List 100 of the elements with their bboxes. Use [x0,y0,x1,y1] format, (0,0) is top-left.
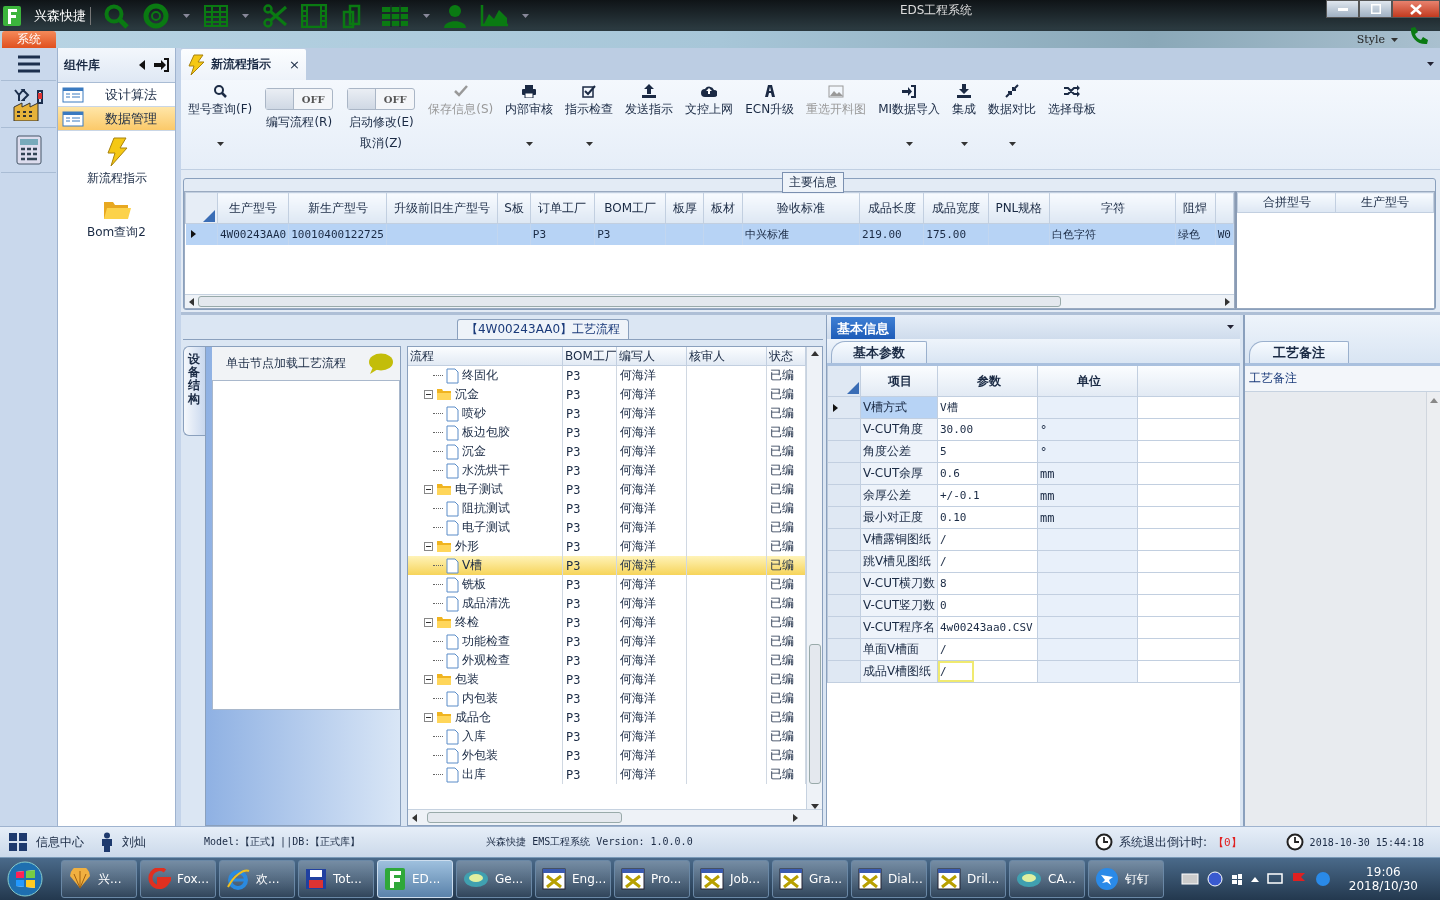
scroll-right-icon[interactable] [793,813,798,822]
status-link[interactable]: 信息中心 [36,833,84,851]
column-header[interactable]: 成品宽度 [923,192,989,224]
row-header[interactable] [185,223,218,245]
collapse-icon[interactable] [424,675,433,684]
calculator-icon[interactable] [14,134,43,166]
taskbar-button[interactable]: 欢... [219,860,295,899]
collapse-icon[interactable] [424,618,433,627]
tree-node[interactable]: 沉金 [462,443,486,460]
column-header[interactable]: 阻焊 [1175,192,1216,224]
scrollbar-thumb[interactable] [198,296,1061,307]
input-field[interactable]: / [938,661,974,682]
tree-node[interactable]: 阻抗测试 [462,500,510,517]
toolbar-button[interactable]: 内部审核 [500,84,559,146]
scroll-up-icon[interactable] [810,351,819,356]
tree-node[interactable]: 板边包胶 [462,424,510,441]
toolbar-button[interactable]: 集成 [947,84,982,146]
clock-date[interactable]: 2018/10/30 [1348,879,1418,894]
column-header[interactable]: BOM工厂 [594,192,666,224]
tree-node[interactable]: 包装 [455,671,479,688]
toolbar-button[interactable]: 型号查询(F) [183,84,258,146]
style-menu[interactable]: Style [1356,33,1398,46]
taskbar-button[interactable]: 钉钉 [1088,860,1164,899]
column-header[interactable]: 单位 [1038,366,1138,397]
tree-node[interactable]: 内包装 [462,690,498,707]
taskbar-button[interactable]: Eng... [535,860,611,899]
toolbar-button[interactable]: 指示检查 [560,84,619,146]
toggle-switch[interactable]: OFF [265,88,334,110]
tree-node[interactable]: V槽 [462,557,483,574]
maximize-button[interactable] [1359,0,1392,18]
search-icon[interactable] [103,2,129,29]
toolbar-button[interactable]: 发送指示 [620,84,679,146]
toggle-switch[interactable]: OFF [347,88,416,110]
tree-node[interactable]: 外观检查 [462,652,510,669]
column-header[interactable]: 合拼型号 [1237,192,1336,213]
tree-node[interactable]: 电子测试 [462,519,510,536]
tree-node[interactable]: 电子测试 [455,481,503,498]
scroll-left-icon[interactable] [412,813,417,822]
tree-node[interactable]: 水洗烘干 [462,462,510,479]
close-tab-button[interactable]: × [289,57,300,72]
document-tab[interactable]: 新流程指示 × [181,49,306,80]
column-header[interactable]: 升级前旧生产型号 [386,192,498,224]
select-all-icon[interactable] [847,382,859,394]
factory-icon[interactable] [11,87,46,121]
tree-node[interactable]: 外形 [455,538,479,555]
phone-icon[interactable] [1408,26,1430,46]
scroll-right-icon[interactable] [1225,297,1230,306]
column-header[interactable]: 参数 [938,366,1038,397]
tree-node[interactable]: 入库 [462,728,486,745]
clock-time[interactable]: 19:06 [1366,865,1401,880]
tree-node[interactable]: 成品清洗 [462,595,510,612]
column-header[interactable]: PNL规格 [988,192,1050,224]
film-icon[interactable] [301,3,327,28]
column-header[interactable]: 编写人 [617,347,687,366]
column-header[interactable]: 板材 [703,192,743,224]
toolbar-button[interactable]: 选择母板 [1043,84,1102,146]
tree-node[interactable]: 功能检查 [462,633,510,650]
taskbar-button[interactable]: 兴... [61,860,137,899]
panel-tab[interactable]: 基本参数 [831,341,927,363]
scroll-left-icon[interactable] [189,297,194,306]
scrollbar-thumb[interactable] [808,644,821,785]
menu-icon[interactable] [16,54,41,74]
column-header[interactable]: 新生产型号 [288,192,387,224]
column-header[interactable]: 核审人 [687,347,767,366]
taskbar-button[interactable]: Tot... [298,860,374,899]
tree-node[interactable]: 出库 [462,766,486,783]
column-header[interactable]: 流程 [408,347,563,366]
lifebuoy-icon[interactable] [143,2,169,29]
scrollbar-thumb[interactable] [427,812,622,824]
panel-tab[interactable]: 工艺备注 [1249,341,1349,363]
column-header[interactable]: 板厚 [665,192,704,224]
column-header[interactable]: 订单工厂 [530,192,595,224]
row-header[interactable] [828,397,861,419]
start-button[interactable] [7,861,43,898]
grid-icon[interactable] [8,832,28,853]
column-header[interactable]: 生产型号 [217,192,289,224]
taskbar-button[interactable]: Dial... [851,860,927,899]
tree-node[interactable]: 终固化 [462,367,498,384]
tree-node[interactable]: 铣板 [462,576,486,593]
tree-node[interactable]: 终检 [455,614,479,631]
panel-tab[interactable]: 基本信息 [831,317,895,339]
collapse-icon[interactable] [424,485,433,494]
side-tab[interactable]: 设备结构 [183,346,205,436]
collapse-icon[interactable] [424,542,433,551]
close-button[interactable] [1392,0,1440,18]
column-header[interactable]: 生产型号 [1335,192,1434,213]
tree-node[interactable]: 成品仓 [455,709,491,726]
user-icon[interactable] [444,3,466,28]
area-chart-icon[interactable] [480,4,508,27]
taskbar-button[interactable]: Fox... [140,860,216,899]
toolbar-button[interactable]: 数据对比 [983,84,1042,146]
collapse-icon[interactable] [139,60,145,70]
scissors-icon[interactable] [263,3,287,28]
tree-node[interactable]: 沉金 [455,386,479,403]
taskbar-button[interactable]: Dril... [930,860,1006,899]
tool-link[interactable]: Bom查询2 [87,224,146,241]
tree-node[interactable]: 喷砂 [462,405,486,422]
tree-node[interactable]: 外包装 [462,747,498,764]
column-header[interactable]: 字符 [1049,192,1176,224]
taskbar-button[interactable]: Ge... [456,860,532,899]
